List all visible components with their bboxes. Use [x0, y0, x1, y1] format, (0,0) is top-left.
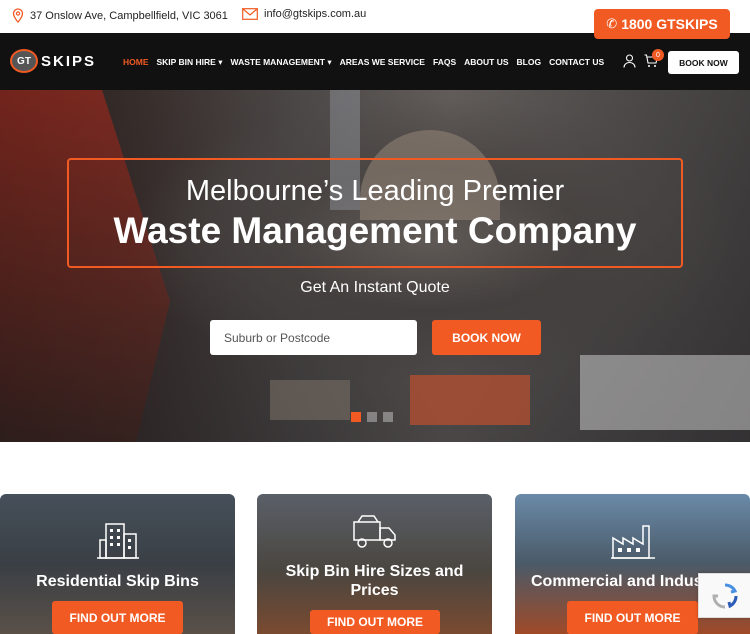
map-pin-icon — [12, 8, 24, 23]
slider-dot[interactable] — [367, 412, 377, 422]
phone-icon: ✆ — [606, 16, 618, 31]
phone-button[interactable]: ✆ 1800 GTSKIPS — [594, 9, 730, 39]
nav-item-about[interactable]: ABOUT US — [464, 57, 508, 68]
logo-word: SKIPS — [41, 52, 97, 70]
nav-item-waste-management[interactable]: WASTE MANAGEMENT ▾ — [231, 57, 332, 68]
postcode-search-input[interactable] — [210, 320, 417, 355]
slider-dot[interactable] — [383, 412, 393, 422]
main-navbar: GT SKIPS HOME SKIP BIN HIRE ▾ WASTE MANA… — [0, 33, 750, 90]
card-sizes-prices[interactable]: Skip Bin Hire Sizes and Prices FIND OUT … — [257, 494, 492, 634]
logo[interactable]: GT SKIPS — [10, 49, 96, 73]
chevron-down-icon: ▾ — [327, 57, 332, 67]
envelope-icon — [242, 8, 258, 20]
truck-icon — [352, 515, 396, 548]
nav-item-home[interactable]: HOME — [123, 57, 149, 68]
find-out-more-button[interactable]: FIND OUT MORE — [310, 610, 440, 634]
building-icon — [96, 523, 139, 559]
book-now-nav-button[interactable]: BOOK NOW — [668, 51, 739, 74]
card-residential[interactable]: Residential Skip Bins FIND OUT MORE — [0, 494, 235, 634]
nav-menu: HOME SKIP BIN HIRE ▾ WASTE MANAGEMENT ▾ … — [123, 57, 612, 68]
nav-item-faqs[interactable]: FAQS — [433, 57, 456, 68]
slider-dot-active[interactable] — [351, 412, 361, 422]
chevron-down-icon: ▾ — [218, 57, 223, 67]
book-now-hero-button[interactable]: BOOK NOW — [432, 320, 541, 355]
nav-item-label: SKIP BIN HIRE — [156, 57, 216, 67]
hero-heading: Waste Management Company — [113, 210, 637, 251]
find-out-more-button[interactable]: FIND OUT MORE — [567, 601, 698, 634]
quote-label: Get An Instant Quote — [300, 279, 450, 296]
address[interactable]: 37 Onslow Ave, Campbellfield, VIC 3061 — [12, 8, 228, 23]
nav-item-skip-bin-hire[interactable]: SKIP BIN HIRE ▾ — [157, 57, 223, 68]
card-title: Residential Skip Bins — [36, 573, 199, 590]
nav-item-areas[interactable]: AREAS WE SERVICE — [340, 57, 425, 68]
card-title: Skip Bin Hire Sizes and Prices — [285, 563, 464, 599]
cart-count-badge: 0 — [652, 49, 664, 61]
hero-bg-truck — [580, 355, 750, 430]
slider-dots — [351, 412, 393, 422]
recaptcha-icon — [711, 583, 737, 608]
find-out-more-button[interactable]: FIND OUT MORE — [52, 601, 183, 634]
factory-icon — [610, 525, 655, 559]
logo-badge: GT — [10, 49, 38, 73]
recaptcha-badge[interactable] — [698, 573, 750, 618]
address-text: 37 Onslow Ave, Campbellfield, VIC 3061 — [30, 9, 228, 22]
email-text: info@gtskips.com.au — [264, 8, 367, 20]
hero-bg-truck — [410, 375, 530, 425]
nav-item-label: WASTE MANAGEMENT — [230, 57, 325, 67]
hero-bg-truck — [270, 380, 350, 420]
phone-label: 1800 GTSKIPS — [621, 16, 718, 32]
nav-item-contact[interactable]: CONTACT US — [549, 57, 604, 68]
email[interactable]: info@gtskips.com.au — [242, 8, 366, 20]
hero-banner: Melbourne’s Leading Premier Waste Manage… — [0, 90, 750, 442]
user-icon[interactable] — [623, 54, 636, 68]
hero-subheading: Melbourne’s Leading Premier — [185, 175, 565, 207]
nav-item-blog[interactable]: BLOG — [517, 57, 542, 68]
